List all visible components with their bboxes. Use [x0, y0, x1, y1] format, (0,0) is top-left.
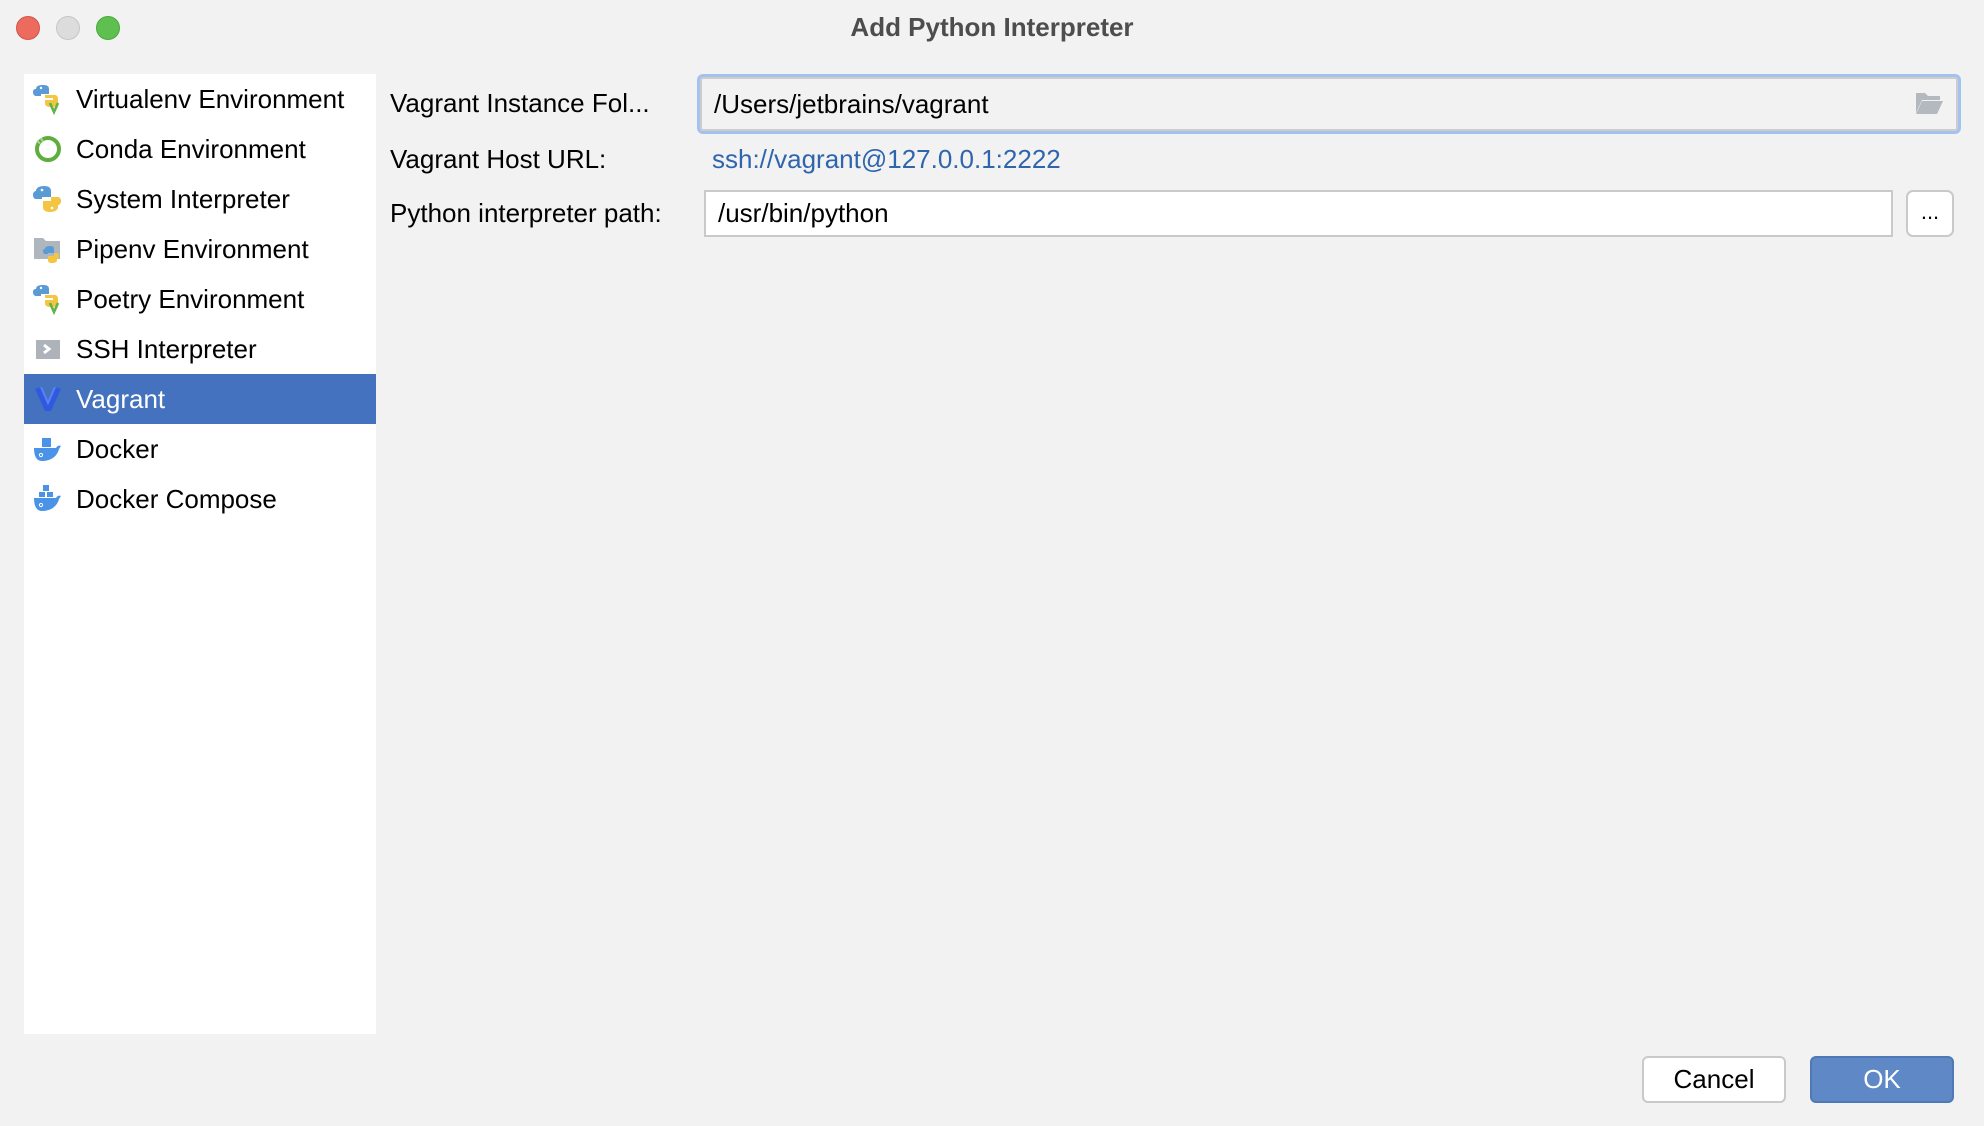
sidebar-item-label: SSH Interpreter [76, 333, 257, 364]
conda-icon [32, 133, 64, 165]
sidebar-item-virtualenv[interactable]: Virtualenv Environment [24, 74, 376, 124]
ssh-terminal-icon [32, 333, 64, 365]
host-url-label: Vagrant Host URL: [390, 144, 607, 174]
sidebar-item-label: Docker [76, 433, 159, 464]
dialog-title: Add Python Interpreter [850, 12, 1134, 42]
docker-icon [32, 433, 64, 465]
instance-folder-input[interactable]: /Users/jetbrains/vagrant [700, 77, 1958, 131]
host-url-link[interactable]: ssh://vagrant@127.0.0.1:2222 [712, 144, 1061, 175]
python-icon [32, 183, 64, 215]
interpreter-type-list: Virtualenv Environment Conda Environment [24, 74, 376, 1034]
ok-button[interactable]: OK [1810, 1056, 1954, 1103]
instance-folder-value: /Users/jetbrains/vagrant [714, 88, 989, 119]
sidebar-item-docker-compose[interactable]: Docker Compose [24, 474, 376, 524]
sidebar-item-label: Pipenv Environment [76, 233, 309, 264]
sidebar-item-label: System Interpreter [76, 183, 290, 214]
sidebar-item-label: Virtualenv Environment [76, 83, 345, 114]
folder-open-icon[interactable] [1914, 91, 1944, 117]
sidebar-item-poetry[interactable]: Poetry Environment [24, 274, 376, 324]
sidebar-item-label: Vagrant [76, 383, 166, 414]
sidebar-item-label: Conda Environment [76, 133, 306, 164]
python-path-value: /usr/bin/python [718, 198, 889, 228]
sidebar-item-vagrant[interactable]: Vagrant [24, 374, 376, 424]
browse-button[interactable]: ... [1906, 190, 1954, 237]
poetry-icon [32, 283, 64, 315]
sidebar-item-label: Docker Compose [76, 483, 277, 514]
vagrant-icon [32, 383, 64, 415]
sidebar-item-ssh-interpreter[interactable]: SSH Interpreter [24, 324, 376, 374]
sidebar-item-docker[interactable]: Docker [24, 424, 376, 474]
docker-compose-icon [32, 483, 64, 515]
python-path-label: Python interpreter path: [390, 198, 662, 228]
sidebar-item-system-interpreter[interactable]: System Interpreter [24, 174, 376, 224]
instance-folder-label: Vagrant Instance Fol... [390, 88, 650, 118]
sidebar-item-label: Poetry Environment [76, 283, 305, 314]
python-virtualenv-icon [32, 83, 64, 115]
sidebar-item-conda[interactable]: Conda Environment [24, 124, 376, 174]
sidebar-item-pipenv[interactable]: Pipenv Environment [24, 224, 376, 274]
cancel-button[interactable]: Cancel [1642, 1056, 1786, 1103]
add-python-interpreter-dialog: Add Python Interpreter Virtualenv Enviro… [0, 0, 1984, 1126]
pipenv-icon [32, 233, 64, 265]
python-path-input[interactable]: /usr/bin/python [704, 190, 1893, 237]
